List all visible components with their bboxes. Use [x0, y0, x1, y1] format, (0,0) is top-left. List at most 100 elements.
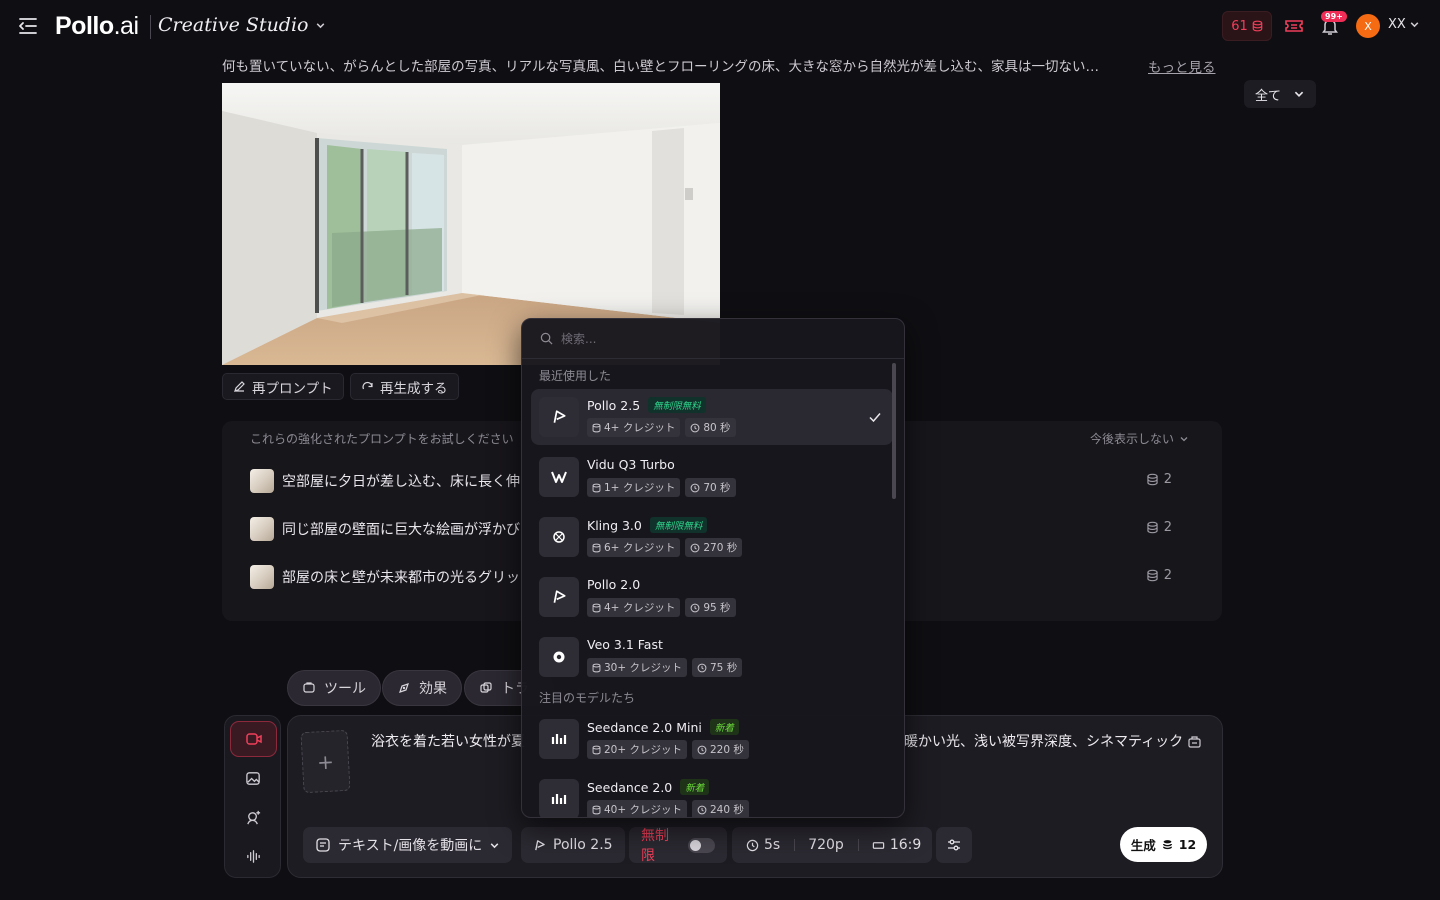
model-name: Vidu Q3 Turbo — [587, 457, 675, 472]
model-name: Kling 3.0 無制限無料 — [587, 517, 708, 533]
unlimited-toggle[interactable]: 無制限 — [629, 827, 727, 864]
model-option-pollo-2-0[interactable]: Pollo 2.0 4+ クレジット 95 秒 — [531, 569, 893, 625]
unlimited-label: 無制限 — [641, 828, 669, 864]
suggestion-thumbnail — [250, 517, 274, 541]
time-pill: 240 秒 — [692, 800, 749, 817]
generation-mode-label: テキスト/画像を動画に — [338, 838, 483, 854]
filter-dropdown[interactable]: 全て — [1244, 80, 1316, 108]
suggestion-cost: 2 — [1146, 472, 1172, 487]
resolution-value: 720p — [808, 837, 844, 853]
prompt-input-text-start[interactable]: 浴衣を着た若い女性が夏 — [371, 731, 525, 751]
coin-icon — [1147, 473, 1158, 486]
duration-value: 5s — [764, 837, 781, 853]
coin-icon — [592, 543, 601, 552]
avatar[interactable]: X — [1356, 14, 1380, 38]
model-search-input[interactable] — [561, 331, 861, 346]
user-name: XX — [1388, 17, 1406, 32]
suggestion-text: 空部屋に夕日が差し込む、床に長く伸 — [282, 474, 520, 490]
regenerate-button[interactable]: 再生成する — [350, 373, 459, 400]
coin-icon — [592, 745, 601, 754]
generate-button[interactable]: 生成 12 — [1120, 827, 1207, 862]
model-meta: 30+ クレジット 75 秒 — [587, 658, 743, 677]
coin-icon — [592, 483, 601, 492]
duration-select[interactable]: 5s — [732, 827, 794, 863]
generate-cost: 12 — [1178, 837, 1197, 852]
suggestion-text: 同じ部屋の壁面に巨大な絵画が浮かび — [282, 522, 520, 538]
chevron-down-icon — [1180, 436, 1188, 441]
aspect-value: 16:9 — [889, 837, 922, 853]
model-option-veo-3-1-fast[interactable]: Veo 3.1 Fast 30+ クレジット 75 秒 — [531, 629, 893, 685]
model-name: Seedance 2.0 Mini 新着 — [587, 719, 739, 735]
previous-prompt-text: 何も置いていない、がらんとした部屋の写真、リアルな写真風、白い壁とフローリングの… — [222, 59, 1099, 75]
aspect-icon — [872, 841, 885, 849]
model-option-vidu-q3-turbo[interactable]: Vidu Q3 Turbo 1+ クレジット 70 秒 — [531, 449, 893, 505]
model-name: Seedance 2.0 新着 — [587, 779, 710, 795]
image-mode-button[interactable] — [230, 760, 277, 796]
reprompt-button[interactable]: 再プロンプト — [222, 373, 344, 400]
prompt-input-text-end[interactable]: 暖かい光、浅い被写界深度、シネマティック — [904, 731, 1202, 751]
time-pill: 75 秒 — [692, 658, 743, 677]
suggestion-cost: 2 — [1146, 520, 1172, 535]
clock-icon — [697, 745, 707, 754]
vidu-logo-icon — [539, 457, 579, 497]
resolution-select[interactable]: 720p — [794, 827, 858, 863]
effect-icon — [399, 683, 409, 693]
kling-logo-icon — [539, 517, 579, 557]
video-mode-button[interactable] — [230, 721, 277, 757]
model-option-seedance-2-0[interactable]: Seedance 2.0 新着 40+ クレジット 240 秒 — [531, 771, 893, 817]
free-tag: 無制限無料 — [648, 397, 706, 413]
prompt-text-end: 暖かい光、浅い被写界深度、シネマティック — [904, 734, 1184, 750]
pollo-logo-icon — [539, 577, 579, 617]
avatar-mode-button[interactable] — [230, 799, 277, 835]
coin-icon — [1147, 569, 1158, 582]
suggestion-thumbnail — [250, 565, 274, 589]
model-option-kling-3-0[interactable]: Kling 3.0 無制限無料 6+ クレジット 270 秒 — [531, 509, 893, 565]
seedance-logo-icon — [539, 779, 579, 817]
unlimited-switch[interactable] — [688, 837, 715, 853]
video-params-group: 5s 720p 16:9 — [732, 827, 932, 863]
audio-mode-button[interactable] — [230, 838, 277, 874]
cost-value: 2 — [1163, 568, 1172, 583]
image-upload-slot[interactable]: + — [300, 729, 351, 794]
hide-suggestions-button[interactable]: 今後表示しない — [1090, 430, 1189, 447]
model-select-button[interactable]: Pollo 2.5 — [521, 827, 625, 863]
credits-badge[interactable]: 61 — [1222, 11, 1272, 41]
effects-chip[interactable]: 効果 — [382, 670, 462, 706]
pollo-logo-icon — [539, 397, 579, 437]
clock-icon — [690, 423, 700, 432]
credit-pill: 20+ クレジット — [587, 740, 687, 759]
credit-pill: 4+ クレジット — [587, 418, 681, 437]
generation-mode-select[interactable]: テキスト/画像を動画に — [303, 827, 513, 863]
show-more-link[interactable]: もっと見る — [1148, 56, 1216, 76]
credits-count: 61 — [1231, 18, 1248, 34]
refresh-icon — [362, 381, 373, 390]
advanced-settings-button[interactable] — [936, 827, 972, 863]
menu-icon[interactable] — [17, 16, 39, 36]
search-icon — [540, 332, 553, 345]
studio-switcher[interactable]: Creative Studio — [158, 14, 326, 36]
credit-pill: 1+ クレジット — [587, 478, 681, 497]
image-mode-icon — [246, 771, 260, 785]
model-option-seedance-2-0-mini[interactable]: Seedance 2.0 Mini 新着 20+ クレジット 220 秒 — [531, 711, 893, 767]
suggestion-cost: 2 — [1146, 568, 1172, 583]
tools-chip[interactable]: ツール — [287, 670, 381, 706]
model-search — [522, 319, 904, 359]
top-header: Pollo.ai Creative Studio 61 99+ X XX — [0, 0, 1440, 54]
time-pill: 70 秒 — [685, 478, 736, 497]
model-option-pollo-2-5[interactable]: Pollo 2.5 無制限無料 4+ クレジット 80 秒 — [531, 389, 893, 445]
coin-icon — [1162, 840, 1172, 850]
dropdown-scrollbar[interactable] — [892, 363, 896, 499]
pollo-logo[interactable]: Pollo.ai — [55, 12, 139, 41]
model-meta: 1+ クレジット 70 秒 — [587, 478, 736, 497]
ticket-icon[interactable] — [1284, 17, 1304, 35]
user-menu[interactable]: XX — [1388, 17, 1420, 32]
chevron-down-icon — [1410, 22, 1419, 28]
chevron-down-icon — [1294, 91, 1304, 97]
tool-icon — [303, 682, 315, 693]
clock-icon — [697, 805, 707, 814]
cost-value: 2 — [1163, 472, 1172, 487]
featured-models-title: 注目のモデルたち — [539, 691, 636, 705]
aspect-ratio-select[interactable]: 16:9 — [857, 827, 935, 863]
prompt-enhance-icon[interactable] — [1187, 734, 1202, 749]
clock-icon — [690, 603, 700, 612]
